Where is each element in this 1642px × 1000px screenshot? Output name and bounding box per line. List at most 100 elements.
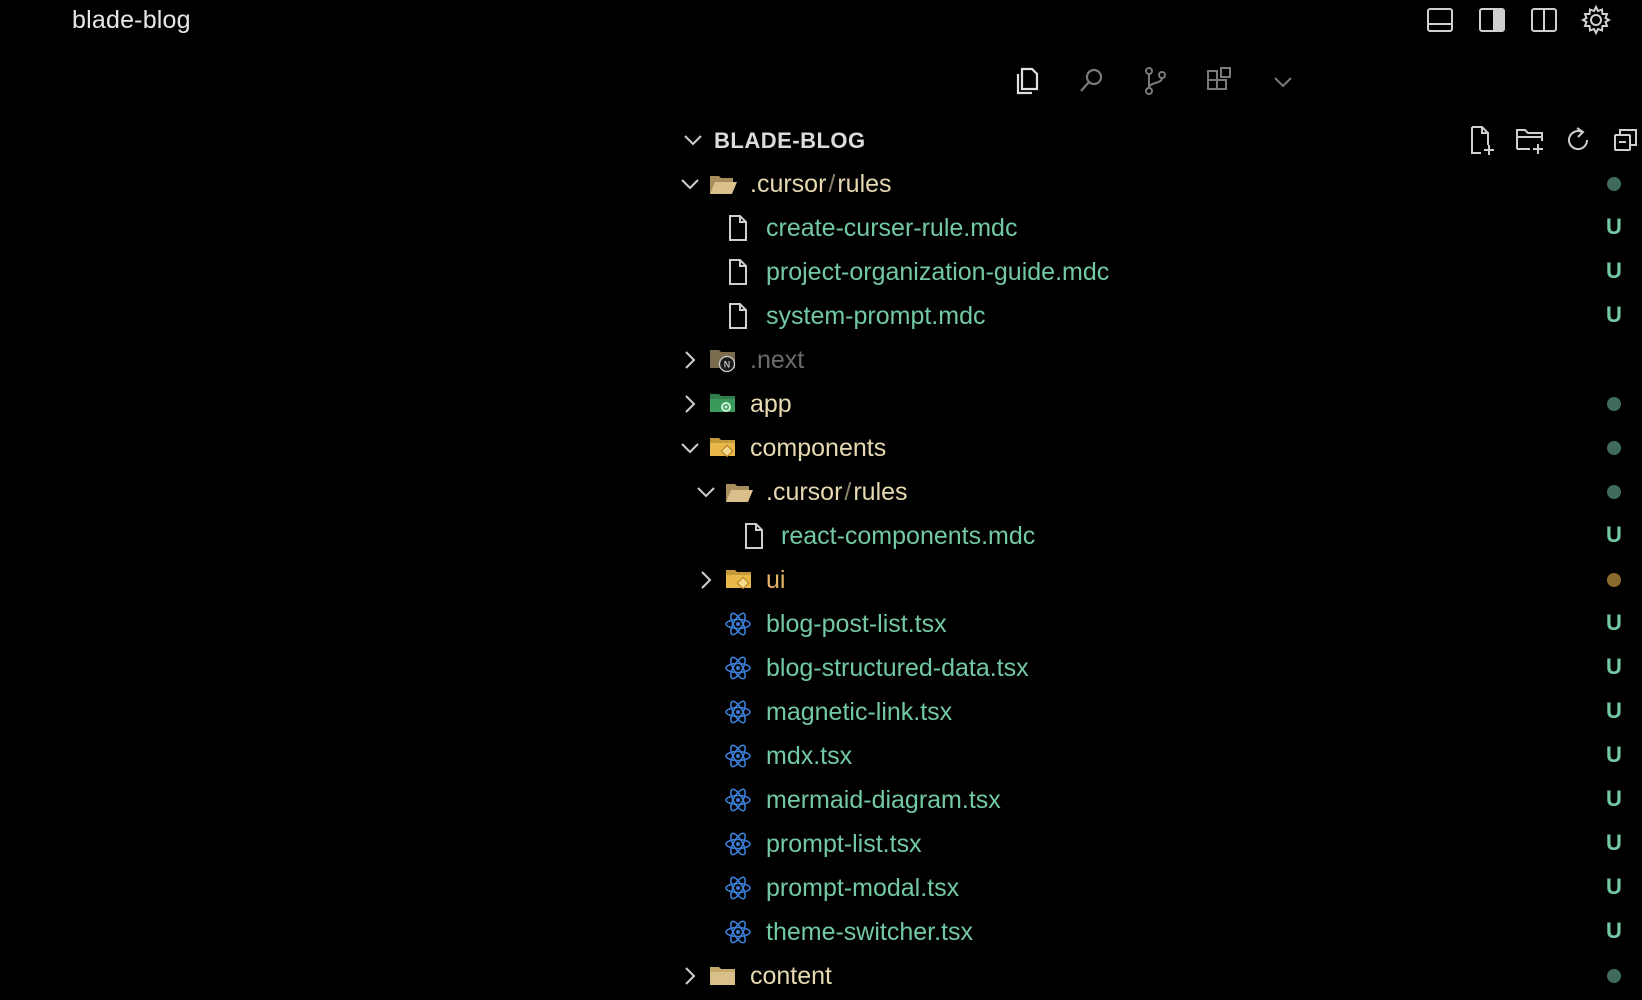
git-status-dot xyxy=(1607,573,1621,587)
chevron-right-icon[interactable] xyxy=(679,349,701,371)
path-segment: rules xyxy=(837,170,892,198)
tree-item-label: content xyxy=(750,962,833,990)
tree-folder-row[interactable]: .cursor/rules xyxy=(675,162,1642,206)
git-status-badge: U xyxy=(1606,874,1622,899)
svg-text:N: N xyxy=(724,361,731,371)
tree-file-row[interactable]: project-organization-guide.mdc U xyxy=(675,250,1642,294)
window-title: blade-blog xyxy=(72,6,191,34)
tree-item-label: create-curser-rule.mdc xyxy=(766,214,1018,242)
tree-file-row[interactable]: system-prompt.mdc U xyxy=(675,294,1642,338)
file-icon xyxy=(723,258,753,286)
git-status-dot xyxy=(1607,485,1621,499)
app-folder-icon xyxy=(708,390,738,418)
explorer-panel: BLADE-BLOG .cursor/rules create-curser-ru… xyxy=(675,118,1642,990)
tree-folder-row[interactable]: ui xyxy=(675,558,1642,602)
path-separator: / xyxy=(828,170,836,198)
react-icon xyxy=(723,830,753,858)
folder-open-icon xyxy=(724,478,754,506)
new-file-icon[interactable] xyxy=(1466,124,1498,156)
tree-file-row[interactable]: prompt-modal.tsx U xyxy=(675,866,1642,910)
git-status-badge: U xyxy=(1606,918,1622,943)
tree-folder-row[interactable]: app xyxy=(675,382,1642,426)
git-status-badge: U xyxy=(1606,742,1622,767)
components-folder-icon xyxy=(708,434,738,462)
chevron-down-icon[interactable] xyxy=(679,173,701,195)
git-status-dot xyxy=(1607,969,1621,983)
git-status-dot xyxy=(1607,397,1621,411)
title-bar: blade-blog xyxy=(0,0,1642,44)
tree-folder-row[interactable]: .cursor/rules xyxy=(675,470,1642,514)
tree-file-row[interactable]: react-components.mdc U xyxy=(675,514,1642,558)
layout-controls xyxy=(1424,4,1612,36)
components-folder-icon xyxy=(724,566,754,594)
tree-item-label: magnetic-link.tsx xyxy=(766,698,953,726)
collapse-all-icon[interactable] xyxy=(1610,124,1642,156)
tree-item-label: ui xyxy=(766,566,786,594)
path-segment: rules xyxy=(853,478,908,506)
chevron-down-icon[interactable] xyxy=(695,481,717,503)
tree-folder-row[interactable]: N .next xyxy=(675,338,1642,382)
tree-file-row[interactable]: prompt-list.tsx U xyxy=(675,822,1642,866)
git-status-badge: U xyxy=(1606,522,1622,547)
git-status-badge: U xyxy=(1606,258,1622,283)
path-separator: / xyxy=(844,478,852,506)
panel-toggle-icon[interactable] xyxy=(1424,4,1456,36)
tree-item-label: prompt-modal.tsx xyxy=(766,874,960,902)
chevron-down-icon[interactable] xyxy=(1266,64,1300,98)
git-status-badge: U xyxy=(1606,610,1622,635)
chevron-right-icon[interactable] xyxy=(695,569,717,591)
tree-item-label: project-organization-guide.mdc xyxy=(766,258,1110,286)
refresh-icon[interactable] xyxy=(1562,124,1594,156)
git-status-badge: U xyxy=(1606,698,1622,723)
explorer-root-title: BLADE-BLOG xyxy=(714,128,866,153)
next-folder-icon: N xyxy=(708,346,738,374)
chevron-right-icon[interactable] xyxy=(679,393,701,415)
git-status-badge: U xyxy=(1606,830,1622,855)
tree-file-row[interactable]: magnetic-link.tsx U xyxy=(675,690,1642,734)
tree-folder-row[interactable]: components xyxy=(675,426,1642,470)
react-icon xyxy=(723,786,753,814)
folder-open-icon xyxy=(708,170,738,198)
chevron-right-icon[interactable] xyxy=(679,965,701,987)
tree-item-label: .cursor/rules xyxy=(766,478,908,507)
tree-item-label: prompt-list.tsx xyxy=(766,830,922,858)
react-icon xyxy=(723,918,753,946)
tree-file-row[interactable]: mdx.tsx U xyxy=(675,734,1642,778)
tree-item-label: .next xyxy=(750,346,805,374)
tree-item-label: mdx.tsx xyxy=(766,742,853,770)
file-tree: .cursor/rules create-curser-rule.mdc Uproj… xyxy=(675,162,1642,998)
tree-file-row[interactable]: blog-post-list.tsx U xyxy=(675,602,1642,646)
extensions-icon[interactable] xyxy=(1202,64,1236,98)
chevron-down-icon[interactable] xyxy=(679,437,701,459)
tree-file-row[interactable]: mermaid-diagram.tsx U xyxy=(675,778,1642,822)
tree-file-row[interactable]: create-curser-rule.mdc U xyxy=(675,206,1642,250)
split-editor-icon[interactable] xyxy=(1528,4,1560,36)
tree-item-label: components xyxy=(750,434,887,462)
tree-folder-row[interactable]: content xyxy=(675,954,1642,998)
new-folder-icon[interactable] xyxy=(1514,124,1546,156)
git-status-badge: U xyxy=(1606,786,1622,811)
react-icon xyxy=(723,698,753,726)
folder-icon xyxy=(708,962,738,990)
tree-item-label: .cursor/rules xyxy=(750,170,892,199)
tree-file-row[interactable]: blog-structured-data.tsx U xyxy=(675,646,1642,690)
tree-item-label: react-components.mdc xyxy=(781,522,1036,550)
explorer-header[interactable]: BLADE-BLOG xyxy=(675,118,1642,162)
file-icon xyxy=(723,214,753,242)
path-segment: .cursor xyxy=(766,478,843,506)
chevron-down-icon[interactable] xyxy=(681,128,705,157)
source-control-icon[interactable] xyxy=(1138,64,1172,98)
react-icon xyxy=(723,654,753,682)
explorer-actions xyxy=(1466,124,1642,156)
activity-bar xyxy=(1010,64,1300,98)
secondary-sidebar-toggle-icon[interactable] xyxy=(1476,4,1508,36)
tree-item-label: mermaid-diagram.tsx xyxy=(766,786,1001,814)
react-icon xyxy=(723,742,753,770)
gear-icon[interactable] xyxy=(1580,4,1612,36)
path-segment: .cursor xyxy=(750,170,827,198)
search-icon[interactable] xyxy=(1074,64,1108,98)
git-status-dot xyxy=(1607,441,1621,455)
tree-file-row[interactable]: theme-switcher.tsx U xyxy=(675,910,1642,954)
react-icon xyxy=(723,874,753,902)
explorer-icon[interactable] xyxy=(1010,64,1044,98)
